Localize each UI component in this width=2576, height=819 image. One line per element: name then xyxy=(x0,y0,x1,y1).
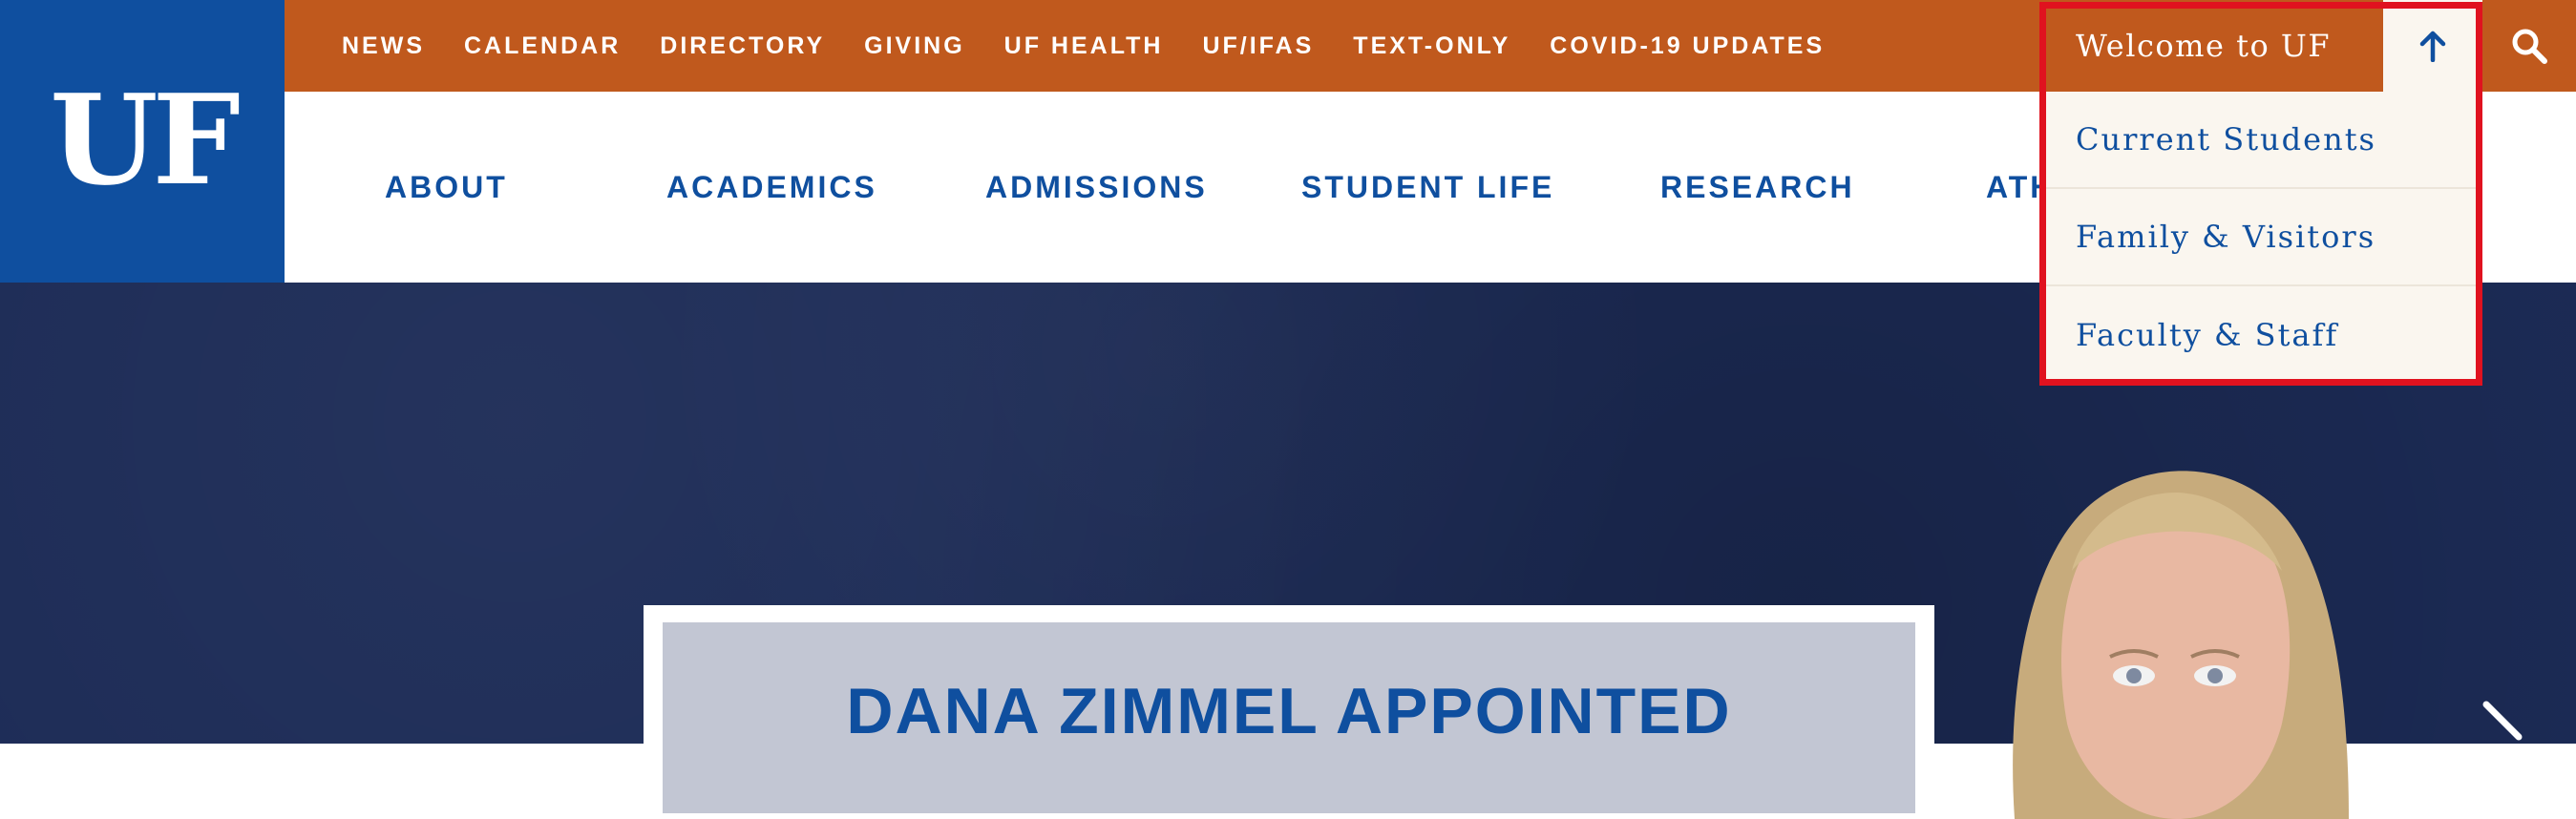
utility-link-uf-ifas[interactable]: UF/IFAS xyxy=(1202,32,1314,60)
nav-item-admissions[interactable]: ADMISSIONS xyxy=(985,92,1208,283)
dropdown-item-faculty-staff[interactable]: Faculty & Staff xyxy=(2045,286,2482,384)
search-icon xyxy=(2512,29,2547,64)
utility-link-giving[interactable]: GIVING xyxy=(864,32,965,60)
nav-item-about[interactable]: ABOUT xyxy=(385,92,508,283)
dropdown-item-family-visitors[interactable]: Family & Visitors xyxy=(2045,189,2482,286)
utility-link-text-only[interactable]: TEXT-ONLY xyxy=(1353,32,1510,60)
utility-link-news[interactable]: NEWS xyxy=(342,32,425,60)
dropdown-item-current-students[interactable]: Current Students xyxy=(2045,92,2482,189)
hero-headline[interactable]: DANA ZIMMEL APPOINTED xyxy=(663,674,1915,748)
utility-links: NEWS CALENDAR DIRECTORY GIVING UF HEALTH… xyxy=(342,0,1825,92)
welcome-menu-label: Welcome to UF xyxy=(2076,28,2332,64)
arrow-up-icon xyxy=(2419,31,2446,62)
hero-portrait xyxy=(2013,471,2349,819)
uf-logo[interactable]: UF xyxy=(0,0,285,283)
nav-item-research[interactable]: RESEARCH xyxy=(1660,92,1855,283)
utility-link-calendar[interactable]: CALENDAR xyxy=(464,32,621,60)
utility-link-uf-health[interactable]: UF HEALTH xyxy=(1004,32,1164,60)
welcome-menu-button[interactable]: Welcome to UF xyxy=(2045,0,2383,92)
search-button[interactable] xyxy=(2482,0,2576,92)
welcome-dropdown: Current Students Family & Visitors Facul… xyxy=(2045,92,2482,384)
logo-text: UF xyxy=(50,67,241,213)
utility-link-covid-updates[interactable]: COVID-19 UPDATES xyxy=(1550,32,1825,60)
utility-link-directory[interactable]: DIRECTORY xyxy=(660,32,825,60)
nav-item-academics[interactable]: ACADEMICS xyxy=(666,92,877,283)
nav-item-student-life[interactable]: STUDENT LIFE xyxy=(1301,92,1554,283)
chevron-right-icon[interactable] xyxy=(2479,701,2536,758)
welcome-menu-toggle[interactable] xyxy=(2383,0,2482,92)
